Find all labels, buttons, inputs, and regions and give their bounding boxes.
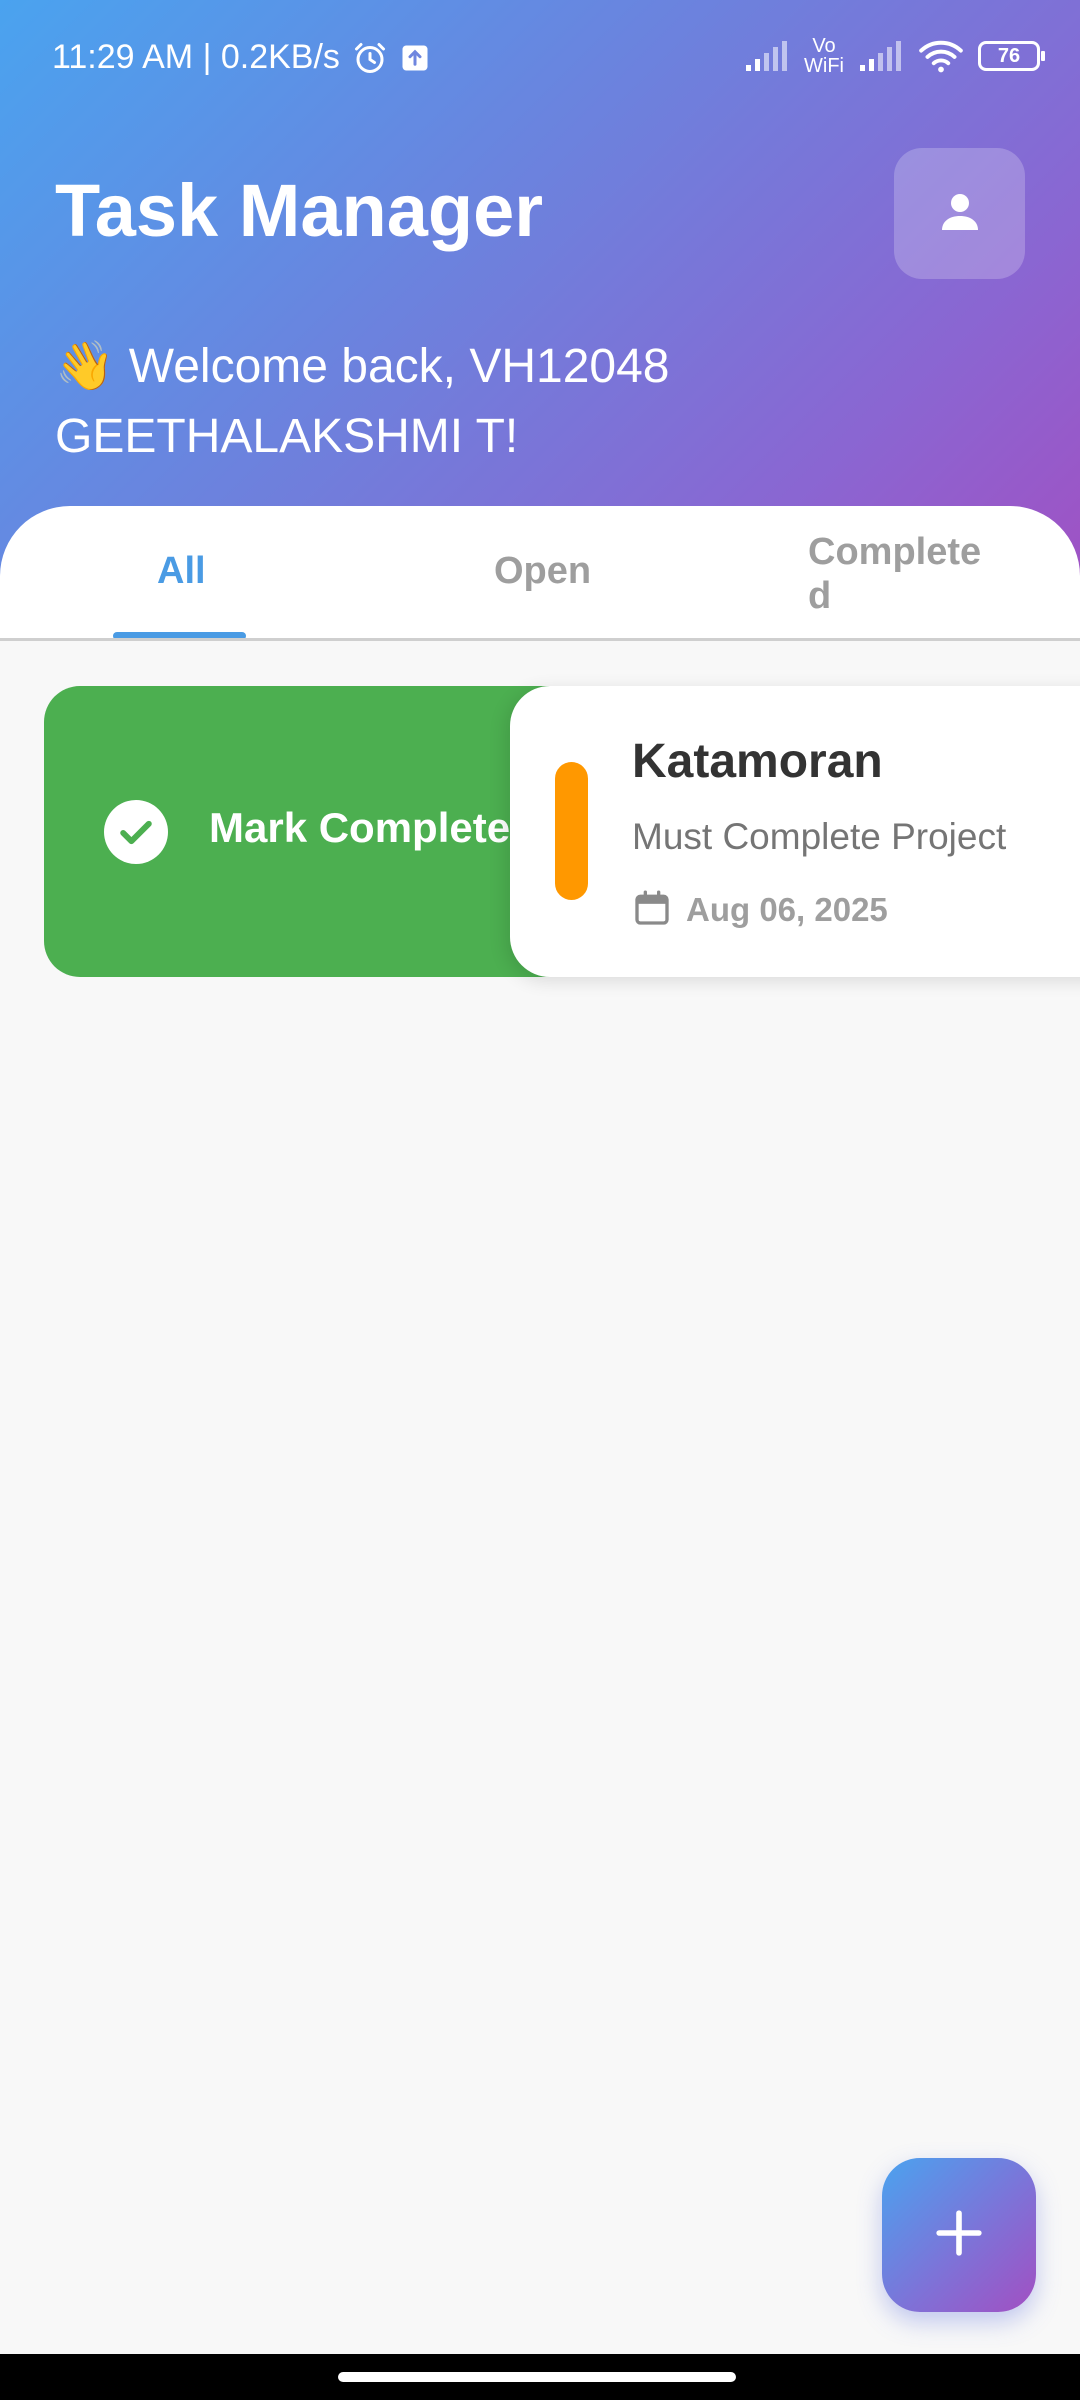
task-date: Aug 06, 2025 bbox=[686, 891, 888, 928]
signal-icon bbox=[744, 39, 790, 73]
task-date-row: Aug 06, 2025 bbox=[632, 888, 888, 932]
page-title: Task Manager bbox=[55, 169, 544, 252]
tab-all[interactable]: All bbox=[157, 550, 206, 593]
task-card[interactable]: Katamoran Must Complete Project Aug 06, … bbox=[510, 686, 1080, 977]
wifi-icon bbox=[918, 38, 964, 74]
tab-divider bbox=[0, 638, 1080, 641]
battery-icon: 76 bbox=[978, 41, 1045, 71]
welcome-message: 👋 Welcome back, VH12048 GEETHALAKSHMI T! bbox=[55, 332, 955, 472]
task-title: Katamoran bbox=[632, 735, 883, 788]
profile-button[interactable] bbox=[894, 148, 1025, 279]
status-time: 11:29 AM | 0.2KB/s bbox=[52, 38, 340, 76]
add-task-button[interactable] bbox=[882, 2158, 1036, 2312]
upload-notification-icon bbox=[400, 43, 430, 73]
tab-bar: All Open Completed bbox=[0, 506, 1080, 640]
system-nav-bar bbox=[0, 2354, 1080, 2400]
vowifi-icon: Vo WiFi bbox=[804, 35, 844, 77]
plus-icon bbox=[931, 2205, 987, 2265]
status-right: Vo WiFi 76 bbox=[744, 35, 1045, 77]
priority-indicator bbox=[555, 762, 588, 900]
tab-completed[interactable]: Completed bbox=[808, 530, 988, 618]
person-icon bbox=[936, 188, 984, 240]
status-bar: 11:29 AM | 0.2KB/s Vo WiFi 76 bbox=[0, 0, 1080, 120]
signal-icon-2 bbox=[858, 39, 904, 73]
alarm-icon bbox=[352, 40, 388, 76]
status-left: 11:29 AM | 0.2KB/s bbox=[52, 38, 430, 77]
task-description: Must Complete Project bbox=[632, 816, 1007, 857]
calendar-icon bbox=[632, 888, 672, 932]
mark-complete-label: Mark Complete bbox=[209, 804, 511, 851]
wave-emoji: 👋 bbox=[55, 340, 115, 393]
check-circle-icon bbox=[104, 800, 168, 864]
tab-open[interactable]: Open bbox=[494, 550, 591, 593]
home-gesture-handle[interactable] bbox=[338, 2372, 736, 2382]
welcome-text: Welcome back, VH12048 GEETHALAKSHMI T! bbox=[55, 340, 670, 463]
battery-level: 76 bbox=[997, 44, 1021, 67]
